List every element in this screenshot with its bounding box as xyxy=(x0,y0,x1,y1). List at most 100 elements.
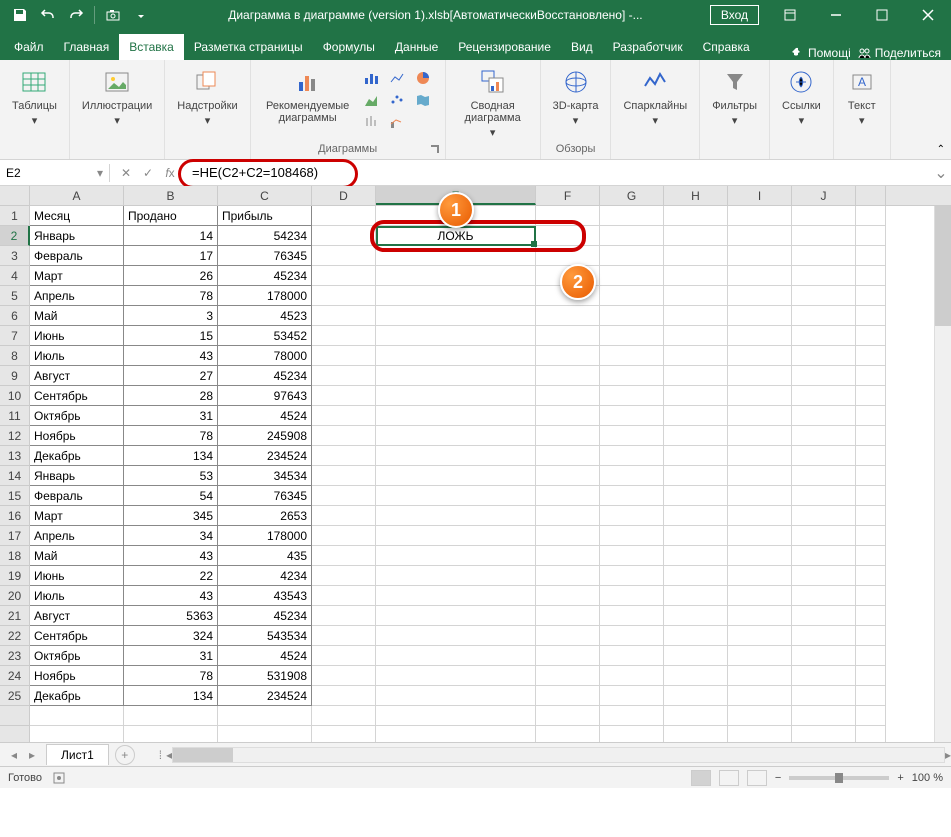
col-header-C[interactable]: C xyxy=(218,186,312,205)
cell[interactable] xyxy=(600,566,664,586)
cell[interactable]: Апрель xyxy=(30,526,124,546)
cell[interactable] xyxy=(536,426,600,446)
row-header[interactable] xyxy=(0,706,30,726)
cell[interactable]: 15 xyxy=(124,326,218,346)
cell[interactable] xyxy=(664,266,728,286)
expand-formula-bar-icon[interactable]: ⌄ xyxy=(931,163,951,183)
cell[interactable] xyxy=(312,326,376,346)
cell[interactable] xyxy=(856,726,886,742)
cell[interactable]: Сентябрь xyxy=(30,386,124,406)
cell[interactable] xyxy=(30,706,124,726)
col-header-I[interactable]: I xyxy=(728,186,792,205)
cell[interactable] xyxy=(792,226,856,246)
cell[interactable] xyxy=(312,386,376,406)
tab-home[interactable]: Главная xyxy=(54,34,120,60)
cell[interactable]: Май xyxy=(30,546,124,566)
cell[interactable]: 543534 xyxy=(218,626,312,646)
cell[interactable] xyxy=(376,486,536,506)
cell[interactable] xyxy=(856,366,886,386)
row-header[interactable]: 14 xyxy=(0,466,30,486)
cell[interactable] xyxy=(664,226,728,246)
cell[interactable]: Август xyxy=(30,366,124,386)
cell[interactable] xyxy=(536,646,600,666)
cell[interactable] xyxy=(856,306,886,326)
cell[interactable] xyxy=(792,546,856,566)
add-sheet-button[interactable]: + xyxy=(115,745,135,765)
cell[interactable] xyxy=(536,526,600,546)
cell[interactable] xyxy=(664,446,728,466)
cell[interactable] xyxy=(376,426,536,446)
cell[interactable] xyxy=(664,326,728,346)
cell[interactable] xyxy=(792,246,856,266)
row-header[interactable]: 23 xyxy=(0,646,30,666)
cell[interactable]: Июнь xyxy=(30,326,124,346)
cell[interactable] xyxy=(664,346,728,366)
cell[interactable]: 134 xyxy=(124,686,218,706)
cell[interactable]: 45234 xyxy=(218,606,312,626)
cell[interactable] xyxy=(728,546,792,566)
cell[interactable] xyxy=(376,706,536,726)
row-header[interactable]: 21 xyxy=(0,606,30,626)
zoom-in-button[interactable]: + xyxy=(897,772,903,784)
3d-map-button[interactable]: 3D-карта ▾ xyxy=(549,64,603,129)
cell[interactable]: 3 xyxy=(124,306,218,326)
cell[interactable] xyxy=(856,646,886,666)
cell[interactable] xyxy=(728,566,792,586)
cell[interactable] xyxy=(664,246,728,266)
cell[interactable] xyxy=(312,266,376,286)
tab-pagelayout[interactable]: Разметка страницы xyxy=(184,34,313,60)
signin-button[interactable]: Вход xyxy=(710,5,759,25)
line-chart-icon[interactable] xyxy=(387,68,407,88)
cell[interactable] xyxy=(124,726,218,742)
cell[interactable] xyxy=(792,646,856,666)
cell[interactable] xyxy=(218,706,312,726)
sheet-tab[interactable]: Лист1 xyxy=(46,744,109,765)
cell[interactable] xyxy=(792,206,856,226)
cell[interactable]: 76345 xyxy=(218,246,312,266)
cell[interactable] xyxy=(792,606,856,626)
cell[interactable]: Июль xyxy=(30,586,124,606)
cell[interactable] xyxy=(856,246,886,266)
cell[interactable] xyxy=(664,426,728,446)
cell[interactable] xyxy=(536,386,600,406)
cell[interactable]: Январь xyxy=(30,226,124,246)
cell[interactable] xyxy=(312,486,376,506)
cell[interactable] xyxy=(312,506,376,526)
sheet-nav-next-icon[interactable]: ▸ xyxy=(24,748,40,762)
cell[interactable]: Октябрь xyxy=(30,646,124,666)
maximize-icon[interactable] xyxy=(859,0,905,30)
cell[interactable] xyxy=(664,606,728,626)
cell[interactable] xyxy=(376,726,536,742)
row-header[interactable]: 1 xyxy=(0,206,30,226)
cell[interactable]: 178000 xyxy=(218,526,312,546)
cell[interactable]: 34 xyxy=(124,526,218,546)
cell[interactable]: Ноябрь xyxy=(30,426,124,446)
cell[interactable]: 78000 xyxy=(218,346,312,366)
cell[interactable] xyxy=(728,446,792,466)
cell[interactable]: 78 xyxy=(124,666,218,686)
cell[interactable] xyxy=(600,646,664,666)
cell[interactable] xyxy=(536,366,600,386)
cell[interactable]: 45234 xyxy=(218,266,312,286)
cell[interactable] xyxy=(728,706,792,726)
row-header[interactable]: 18 xyxy=(0,546,30,566)
cell[interactable] xyxy=(600,546,664,566)
cell[interactable] xyxy=(536,346,600,366)
cell[interactable]: 43543 xyxy=(218,586,312,606)
cell[interactable] xyxy=(856,566,886,586)
cell[interactable] xyxy=(536,446,600,466)
cell[interactable] xyxy=(792,506,856,526)
cell[interactable] xyxy=(600,286,664,306)
cell[interactable] xyxy=(600,226,664,246)
cell[interactable] xyxy=(536,606,600,626)
cell[interactable]: Сентябрь xyxy=(30,626,124,646)
cell[interactable] xyxy=(376,406,536,426)
cell[interactable] xyxy=(376,566,536,586)
macro-record-icon[interactable] xyxy=(52,771,66,785)
combo-chart-icon[interactable] xyxy=(387,112,407,132)
cell[interactable]: 435 xyxy=(218,546,312,566)
cell[interactable] xyxy=(536,466,600,486)
cell[interactable]: Октябрь xyxy=(30,406,124,426)
cell[interactable] xyxy=(856,426,886,446)
cell[interactable] xyxy=(600,506,664,526)
